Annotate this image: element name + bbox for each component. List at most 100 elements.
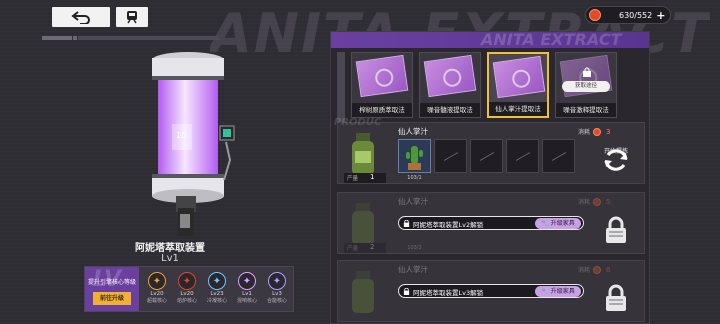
core-item[interactable]: ✦ Lv23 冷凝核心 <box>205 272 229 304</box>
reverb-core-icon: ✦ <box>238 272 256 290</box>
method-tab[interactable]: 仙人掌汁提取法 <box>487 52 549 118</box>
add-currency-button[interactable]: + <box>656 9 665 22</box>
material-count: 103/2 <box>407 245 422 251</box>
core-item[interactable]: ✦ Lv20 熔炉核心 <box>175 272 199 304</box>
yield-box: 产量 2 <box>344 243 386 253</box>
slot-product-name: 仙人掌汁 <box>398 127 428 136</box>
train-button[interactable] <box>116 7 148 27</box>
cost-label: 消耗 <box>578 129 591 136</box>
lock-icon <box>606 216 626 243</box>
get-method-button[interactable]: 获取途径 <box>562 81 610 92</box>
material-slot[interactable] <box>398 139 431 173</box>
extraction-slot-3: 仙人掌汁 消耗 6 阿妮塔萃取装置Lv3解锁 🔧 升级家具 <box>337 260 645 322</box>
fusion-core-icon: ✦ <box>268 272 286 290</box>
method-card-icon <box>492 55 546 99</box>
wrench-icon: 🔧 <box>541 288 549 295</box>
upgrade-furniture-label: 升级家具 <box>550 288 575 295</box>
wrench-icon: 🔧 <box>541 220 549 227</box>
core-name: 超载核心 <box>146 298 167 304</box>
slot-cost: 消耗 6 <box>578 265 610 274</box>
slot-cost: 消耗 5 <box>578 197 610 206</box>
lock-icon <box>583 67 591 77</box>
lock-text: 阿妮塔萃取装置Lv2解锁 <box>413 221 484 229</box>
cactus-juice-bottle-icon <box>352 271 374 313</box>
cost-label: 消耗 <box>578 267 591 274</box>
extraction-slot-2: 产量 2 仙人掌汁 消耗 5 103/2 阿妮塔萃取装置Lv2解锁 🔧 升级家具 <box>337 192 645 254</box>
method-tab[interactable]: 获取途径噪音激释提取法 <box>555 52 617 118</box>
yield-value: 1 <box>370 173 375 181</box>
empty-material-slot[interactable] <box>434 139 467 173</box>
slot-product-name: 仙人掌汁 <box>398 265 428 274</box>
cost-value: 3 <box>606 127 611 136</box>
method-tab-label: 榨树原质萃取法 <box>352 103 412 117</box>
core-level-panel: LV 提升引擎核心等级 前往升级 ✦ Lv20 超载核心 ✦ Lv20 熔炉核心 ✦ Lv23… <box>84 266 294 312</box>
energy-orb-icon <box>593 265 602 274</box>
core-upgrade-box: LV 提升引擎核心等级 前往升级 <box>85 267 139 311</box>
device-level: Lv1 <box>161 253 179 264</box>
yield-label: 产量 <box>347 246 359 252</box>
energy-orb-icon <box>593 197 602 206</box>
cactus-icon <box>406 146 423 170</box>
upgrade-furniture-button[interactable]: 🔧 升级家具 <box>535 218 581 229</box>
slot-lock-notice: 阿妮塔萃取装置Lv2解锁 🔧 升级家具 <box>398 216 584 230</box>
upgrade-furniture-button[interactable]: 🔧 升级家具 <box>535 286 581 297</box>
currency-display: 630/552 + <box>585 6 671 24</box>
energy-orb-icon <box>589 9 601 21</box>
core-name: 熔炉核心 <box>176 298 197 304</box>
method-tab-label: 仙人掌汁提取法 <box>489 102 547 116</box>
cost-value: 5 <box>606 197 611 206</box>
decorative-stripe <box>42 36 282 42</box>
yield-box: 产量 1 <box>344 173 386 183</box>
extractor-device[interactable]: 10 <box>140 50 250 240</box>
canister-label: 10 <box>176 131 186 140</box>
locked-slot-indicator <box>600 283 632 313</box>
cost-label: 消耗 <box>578 199 591 206</box>
core-item[interactable]: ✦ Lv1 混响核心 <box>235 272 259 304</box>
extraction-slot-1: PRODUC 产量 1 仙人掌汁 消耗 3 103/1 开始提炼 <box>334 117 645 184</box>
method-tab-label: 噪音激释提取法 <box>556 103 616 117</box>
yield-label: 产量 <box>347 176 359 182</box>
slot-product-name: 仙人掌汁 <box>398 197 428 206</box>
furnace-core-icon: ✦ <box>178 272 196 290</box>
slot-lock-notice: 阿妮塔萃取装置Lv3解锁 🔧 升级家具 <box>398 284 584 298</box>
method-tab-label: 噪音髓液提取法 <box>420 103 480 117</box>
method-tab[interactable]: 榨树原质萃取法 <box>351 52 413 118</box>
empty-material-slot[interactable] <box>506 139 539 173</box>
currency-value: 630/552 <box>619 10 653 20</box>
method-tab[interactable]: 噪音髓液提取法 <box>419 52 481 118</box>
empty-material-slot[interactable] <box>470 139 503 173</box>
core-item[interactable]: ✦ Lv20 超载核心 <box>145 272 169 304</box>
lock-icon <box>606 284 626 311</box>
extractor-device-illustration: 10 <box>152 52 235 236</box>
cactus-juice-bottle-icon <box>352 203 374 245</box>
upgrade-furniture-label: 升级家具 <box>550 220 575 227</box>
method-card-icon <box>355 54 409 98</box>
cost-value: 6 <box>606 265 611 274</box>
lock-text: 阿妮塔萃取装置Lv3解锁 <box>413 289 484 297</box>
core-name: 合能核心 <box>266 298 287 304</box>
slot-cost: 消耗 3 <box>578 127 610 136</box>
device-name: 阿妮塔萃取装置 <box>135 243 205 254</box>
panel-header-watermark: ANITA EXTRACT <box>481 30 622 49</box>
start-refine-button[interactable]: 开始提炼 <box>600 145 632 175</box>
overload-core-icon: ✦ <box>148 272 166 290</box>
panel-header: ANITA EXTRACT <box>331 30 649 49</box>
energy-orb-icon <box>593 127 602 136</box>
condense-core-icon: ✦ <box>208 272 226 290</box>
start-refine-label: 开始提炼 <box>603 148 628 155</box>
core-name: 混响核心 <box>236 298 257 304</box>
core-name: 冷凝核心 <box>206 298 227 304</box>
yield-value: 2 <box>370 243 375 251</box>
method-card-icon <box>423 54 477 98</box>
slot-watermark: PRODUC <box>334 117 382 128</box>
back-button[interactable] <box>52 7 110 27</box>
go-upgrade-button[interactable]: 前往升级 <box>93 292 131 305</box>
empty-material-slot[interactable] <box>542 139 575 173</box>
locked-slot-indicator <box>600 215 632 245</box>
lock-icon <box>403 220 410 227</box>
extraction-panel: ANITA EXTRACT 榨树原质萃取法 噪音髓液提取法 仙人掌汁提取法 获取途径噪… <box>330 30 650 324</box>
core-item[interactable]: ✦ Lv3 合能核心 <box>265 272 289 304</box>
cactus-juice-bottle-icon <box>352 133 374 175</box>
lock-icon <box>403 288 410 295</box>
back-arrow-icon <box>71 11 90 24</box>
